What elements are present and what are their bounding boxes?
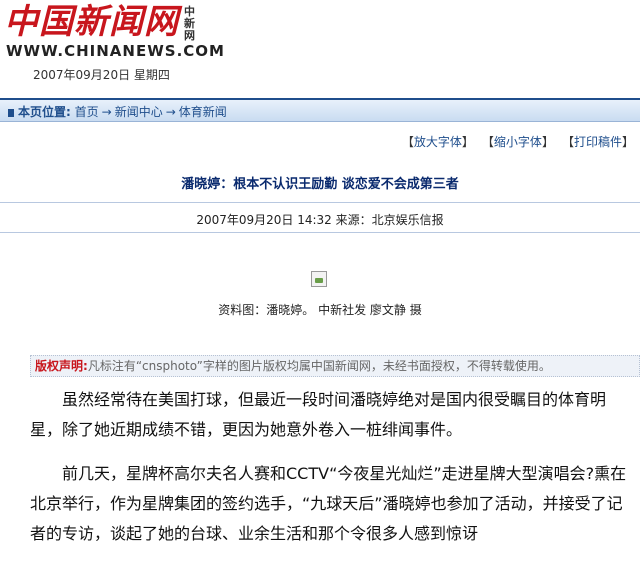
breadcrumb-label: 本页位置: — [18, 105, 71, 119]
logo-small-text: 中新网 — [184, 5, 195, 42]
zoom-out-font-button[interactable]: 缩小字体 — [494, 135, 542, 149]
copyright-text: 凡标注有“cnsphoto”字样的图片版权均属中国新闻网，未经书面授权，不得转载… — [87, 359, 551, 373]
broken-image-icon — [311, 271, 327, 287]
meta-divider — [0, 232, 640, 233]
site-header: 中国新闻网 中新网 WWW.CHINANEWS.COM 2007年09月20日 … — [0, 0, 640, 92]
logo-url: WWW.CHINANEWS.COM — [6, 42, 225, 60]
article-meta: 2007年09月20日 14:32 来源：北京娱乐信报 — [196, 213, 444, 227]
article-paragraph: 虽然经常待在美国打球，但最近一段时间潘晓婷绝对是国内很受瞩目的体育明星，除了她近… — [30, 390, 607, 439]
logo-text: 中国新闻网 — [4, 2, 179, 42]
breadcrumb-bar: 本页位置: 首页 → 新闻中心 → 体育新闻 — [0, 98, 640, 122]
breadcrumb-arrow: → — [101, 105, 112, 119]
breadcrumb-sports-news[interactable]: 体育新闻 — [179, 105, 227, 119]
print-article-button[interactable]: 打印稿件 — [574, 135, 622, 149]
article-title: 潘晓婷：根本不认识王励勤 谈恋爱不会成第三者 — [181, 177, 459, 192]
copyright-notice: 版权声明:凡标注有“cnsphoto”字样的图片版权均属中国新闻网，未经书面授权… — [30, 355, 640, 377]
breadcrumb: 本页位置: 首页 → 新闻中心 → 体育新闻 — [8, 103, 227, 120]
header-date: 2007年09月20日 星期四 — [33, 68, 170, 82]
breadcrumb-arrow: → — [165, 105, 176, 119]
article-body: 虽然经常待在美国打球，但最近一段时间潘晓婷绝对是国内很受瞩目的体育明星，除了她近… — [30, 385, 630, 563]
zoom-in-font-button[interactable]: 放大字体 — [414, 135, 462, 149]
breadcrumb-news-center[interactable]: 新闻中心 — [115, 105, 163, 119]
article-toolbar: 【放大字体】 【缩小字体】 【打印稿件】 — [401, 135, 634, 149]
bullet-icon — [8, 108, 14, 117]
image-caption: 资料图：潘晓婷。 中新社发 廖文静 摄 — [218, 303, 422, 317]
copyright-label: 版权声明: — [35, 359, 88, 373]
title-divider — [0, 202, 640, 203]
article-paragraph: 前几天，星牌杯高尔夫名人赛和CCTV“今夜星光灿烂”走进星牌大型演唱会?熏在北京… — [30, 464, 627, 543]
breadcrumb-home[interactable]: 首页 — [75, 105, 99, 119]
